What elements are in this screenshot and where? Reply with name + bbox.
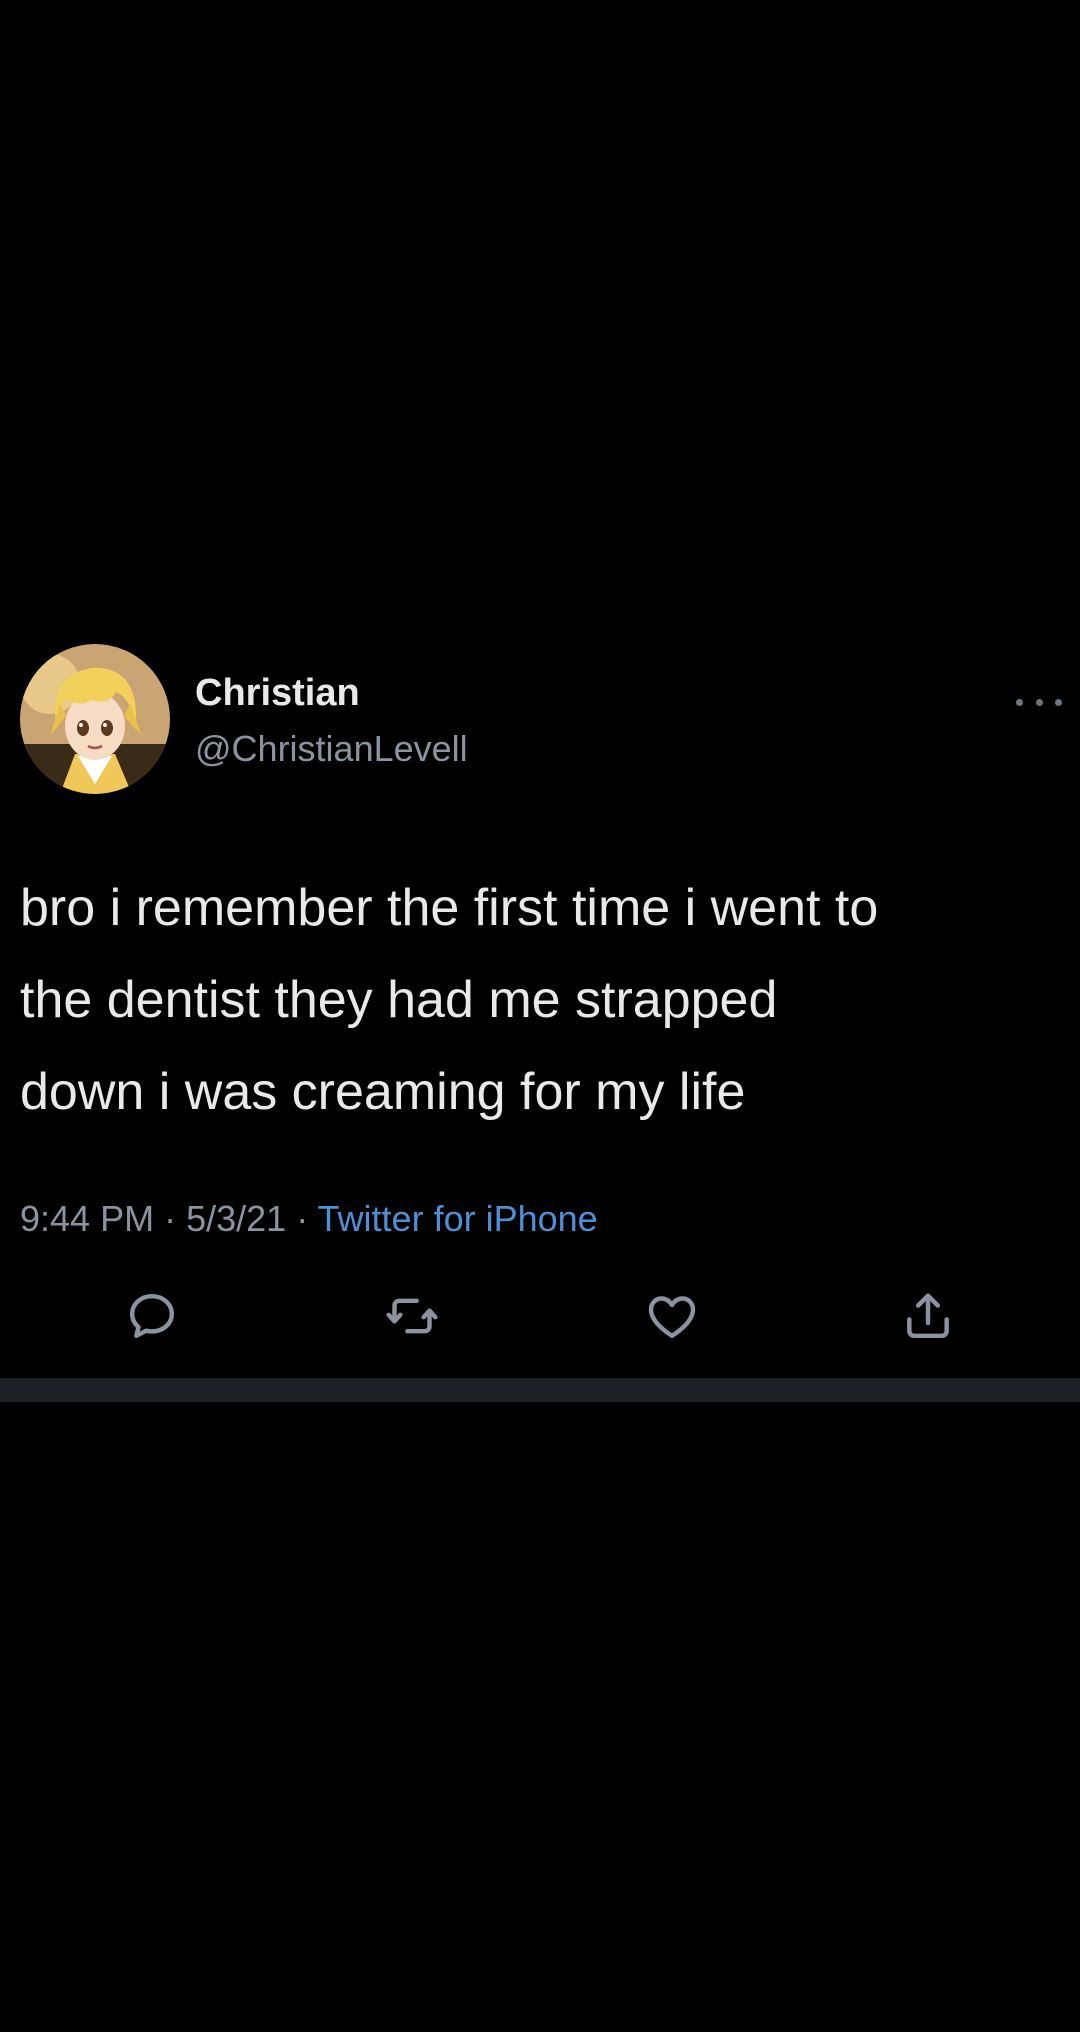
tweet-text-line: bro i remember the first time i went to xyxy=(20,879,879,937)
share-icon xyxy=(907,1293,949,1339)
retweet-button[interactable] xyxy=(384,1288,440,1344)
tweet-meta: 9:44 PM · 5/3/21 · Twitter for iPhone xyxy=(20,1198,598,1240)
tweet-text-line: down i was creaming for my life xyxy=(20,1063,746,1121)
more-dots-icon[interactable] xyxy=(1016,690,1062,714)
meta-separator: · xyxy=(164,1198,187,1239)
user-handle[interactable]: @ChristianLevell xyxy=(195,728,468,770)
heart-icon xyxy=(648,1296,696,1339)
reply-icon xyxy=(129,1293,175,1339)
meta-separator: · xyxy=(296,1198,318,1239)
tweet-source-link[interactable]: Twitter for iPhone xyxy=(318,1198,598,1239)
like-button[interactable] xyxy=(644,1288,700,1344)
more-dot xyxy=(1035,698,1043,706)
avatar[interactable] xyxy=(20,644,170,794)
retweet-icon xyxy=(386,1298,438,1334)
tweet-actions xyxy=(0,1288,1080,1344)
more-dot xyxy=(1055,698,1062,706)
display-name[interactable]: Christian xyxy=(195,672,360,715)
section-divider xyxy=(0,1378,1080,1402)
tweet-text: bro i remember the first time i went to … xyxy=(20,862,1060,1138)
tweet-text-line: the dentist they had me strapped xyxy=(20,971,778,1029)
share-button[interactable] xyxy=(900,1288,956,1344)
reply-button[interactable] xyxy=(124,1288,180,1344)
tweet-date[interactable]: 5/3/21 xyxy=(186,1198,286,1239)
tweet-time[interactable]: 9:44 PM xyxy=(20,1198,154,1239)
more-dot xyxy=(1016,698,1023,706)
